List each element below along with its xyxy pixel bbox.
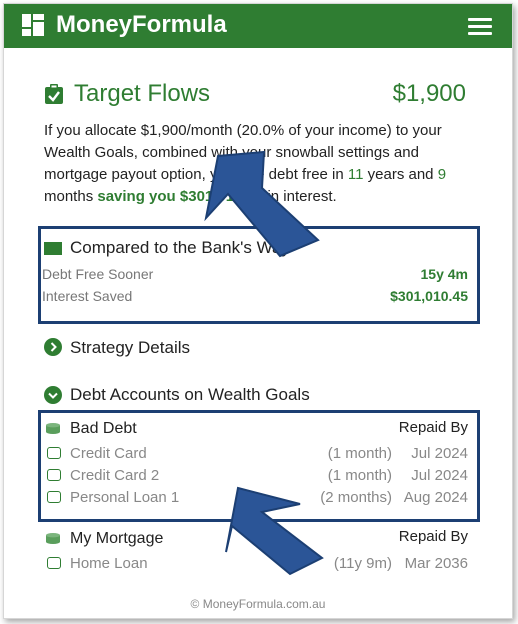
annotation-arrows bbox=[204, 150, 324, 576]
app-frame: MoneyFormula Target Flows $1,900 If you … bbox=[3, 3, 513, 619]
arrow-pointer-bottom bbox=[225, 486, 324, 576]
arrow-pointer-top bbox=[204, 150, 320, 258]
